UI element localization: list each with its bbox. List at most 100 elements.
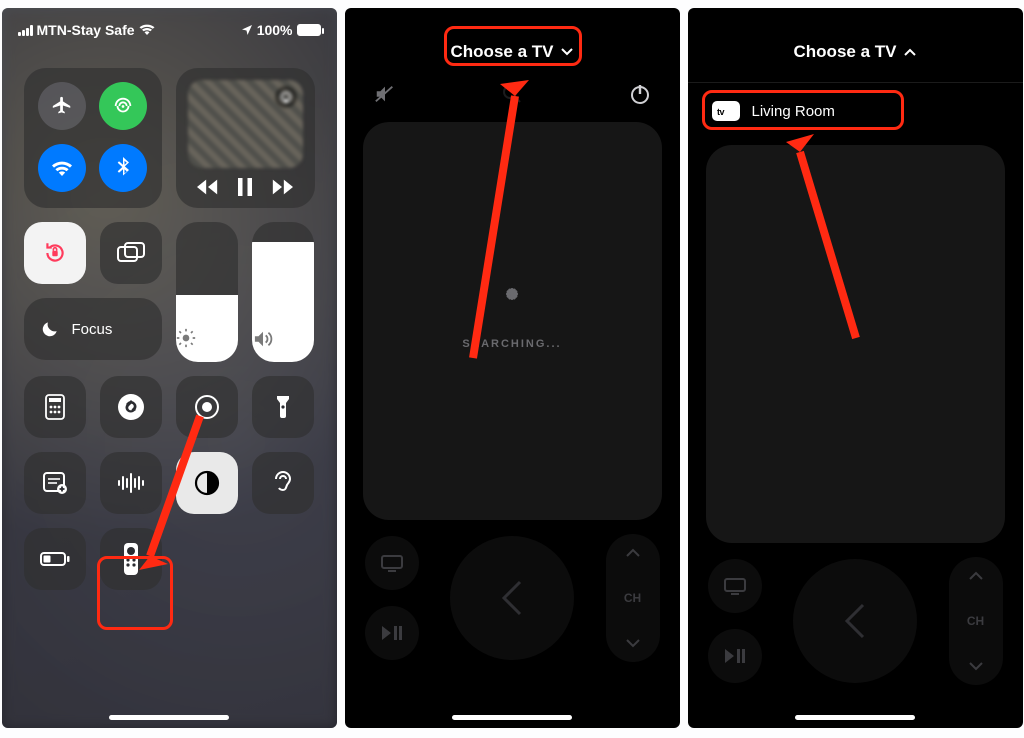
media-artwork [188, 80, 303, 168]
play-pause-icon [724, 648, 746, 664]
channel-rocker[interactable]: CH [606, 534, 660, 662]
bluetooth-icon [116, 157, 130, 179]
tv-device-item[interactable]: tv Living Room [704, 91, 1007, 131]
play-pause-button[interactable] [708, 629, 762, 683]
bluetooth-toggle[interactable] [99, 144, 147, 192]
channel-label: CH [624, 591, 641, 605]
hearing-button[interactable] [252, 452, 314, 514]
choose-tv-label: Choose a TV [794, 42, 897, 62]
remote-touchpad[interactable] [706, 145, 1005, 543]
status-bar: MTN-Stay Safe 100% [2, 8, 337, 38]
mute-button[interactable] [371, 80, 399, 108]
back-icon [841, 601, 869, 641]
channel-label: CH [967, 614, 984, 628]
volume-slider[interactable] [252, 222, 314, 362]
screenshot-control-center: MTN-Stay Safe 100% [2, 8, 337, 728]
sound-recognition-button[interactable] [100, 452, 162, 514]
wifi-status-icon [139, 24, 155, 36]
home-indicator[interactable] [452, 715, 572, 720]
calculator-button[interactable] [24, 376, 86, 438]
rewind-icon [197, 179, 219, 195]
low-power-icon [40, 551, 70, 567]
volume-icon [252, 330, 314, 348]
brightness-icon [176, 328, 238, 348]
remote-touchpad[interactable]: SEARCHING... [363, 122, 662, 520]
forward-button[interactable] [271, 179, 293, 195]
sound-recognition-icon [117, 473, 145, 493]
shortcut-grid [2, 376, 337, 590]
calculator-icon [44, 394, 66, 420]
dark-mode-icon [194, 470, 220, 496]
pause-button[interactable] [238, 178, 252, 196]
rewind-button[interactable] [197, 179, 219, 195]
flashlight-button[interactable] [252, 376, 314, 438]
focus-button[interactable]: Focus [24, 298, 163, 360]
now-playing-tile[interactable] [176, 68, 315, 208]
flashlight-icon [275, 394, 291, 420]
airplay-icon [279, 90, 293, 104]
chevron-down-icon [626, 639, 640, 648]
forward-icon [271, 179, 293, 195]
chevron-up-icon [626, 548, 640, 557]
home-indicator[interactable] [795, 715, 915, 720]
back-icon [498, 578, 526, 618]
moon-icon [40, 319, 60, 339]
airplay-audio-button[interactable] [275, 86, 297, 108]
screenshot-remote-searching: Choose a TV [345, 8, 680, 728]
apple-tv-badge-icon: tv [712, 101, 740, 121]
power-button[interactable] [626, 80, 654, 108]
svg-text:tv: tv [717, 107, 724, 117]
focus-label: Focus [72, 321, 113, 338]
tv-home-button[interactable] [365, 536, 419, 590]
apple-tv-remote-button[interactable] [100, 528, 162, 590]
screen-record-button[interactable] [176, 376, 238, 438]
dark-mode-toggle[interactable] [176, 452, 238, 514]
tv-home-button[interactable] [708, 559, 762, 613]
choose-tv-label: Choose a TV [451, 42, 554, 62]
shazam-icon [117, 393, 145, 421]
screen-mirroring-button[interactable] [100, 222, 162, 284]
tv-icon [723, 577, 747, 595]
channel-rocker[interactable]: CH [949, 557, 1003, 685]
battery-icon [297, 24, 321, 36]
searching-label: SEARCHING... [462, 338, 561, 350]
screen-record-icon [194, 394, 220, 420]
chevron-up-icon [969, 571, 983, 580]
carrier-label: MTN-Stay Safe [37, 22, 135, 38]
airplane-icon [51, 95, 73, 117]
wifi-toggle[interactable] [38, 144, 86, 192]
menu-back-button[interactable] [793, 559, 917, 683]
quick-note-icon [42, 471, 68, 495]
battery-percent: 100% [257, 22, 293, 38]
tv-icon [380, 554, 404, 572]
low-power-button[interactable] [24, 528, 86, 590]
play-pause-button[interactable] [365, 606, 419, 660]
cellular-data-toggle[interactable] [99, 82, 147, 130]
quick-note-button[interactable] [24, 452, 86, 514]
rotation-lock-toggle[interactable] [24, 222, 86, 284]
airplane-mode-toggle[interactable] [38, 82, 86, 130]
tv-device-list: tv Living Room [688, 83, 1023, 139]
play-pause-icon [381, 625, 403, 641]
hearing-icon [272, 470, 294, 496]
shazam-button[interactable] [100, 376, 162, 438]
apple-tv-remote-icon [122, 542, 140, 576]
screenshot-remote-device-list: Choose a TV tv Living Room [688, 8, 1023, 728]
choose-tv-dropdown[interactable]: Choose a TV [437, 32, 588, 72]
signal-bars-icon [18, 25, 33, 36]
menu-back-button[interactable] [450, 536, 574, 660]
search-button-disabled [498, 80, 526, 108]
screen-mirror-icon [117, 242, 145, 264]
connectivity-group [24, 68, 163, 208]
chevron-down-icon [969, 662, 983, 671]
power-icon [629, 83, 651, 105]
tv-device-name: Living Room [752, 103, 835, 120]
wifi-icon [51, 159, 73, 177]
choose-tv-dropdown-open[interactable]: Choose a TV [780, 32, 931, 72]
brightness-slider[interactable] [176, 222, 238, 362]
home-indicator[interactable] [109, 715, 229, 720]
location-services-icon [241, 24, 253, 36]
mute-icon [374, 84, 396, 104]
chevron-up-icon [904, 48, 916, 56]
pause-icon [238, 178, 252, 196]
